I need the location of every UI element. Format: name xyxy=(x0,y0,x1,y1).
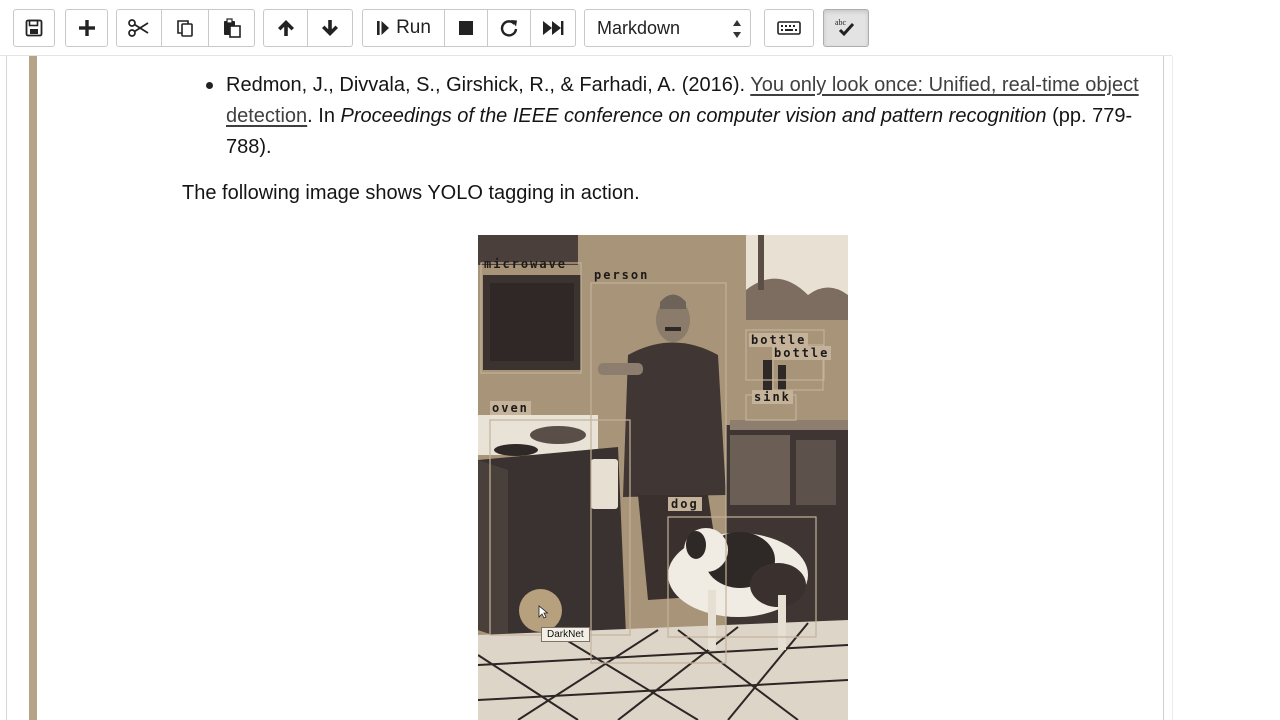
restart-run-all-button[interactable] xyxy=(531,9,576,47)
detection-label-oven: oven xyxy=(490,401,531,415)
image-tooltip: DarkNet xyxy=(541,627,590,642)
interrupt-button[interactable] xyxy=(445,9,488,47)
svg-text:abc: abc xyxy=(835,18,847,27)
spellcheck-button[interactable]: abc xyxy=(823,9,869,47)
move-up-button[interactable] xyxy=(263,9,308,47)
cut-button[interactable] xyxy=(116,9,162,47)
cell-type-select[interactable]: Markdown xyxy=(584,9,751,47)
select-arrows-icon xyxy=(733,20,741,38)
mouse-cursor-icon xyxy=(538,605,548,619)
cell-type-value: Markdown xyxy=(597,17,681,38)
notebook-toolbar: Run Markdown abc xyxy=(0,0,1172,56)
arrow-up-icon xyxy=(277,20,294,36)
paste-icon xyxy=(223,18,241,38)
stop-icon xyxy=(459,21,473,35)
arrow-down-icon xyxy=(322,20,338,36)
insert-cell-button[interactable] xyxy=(65,9,108,47)
paste-button[interactable] xyxy=(209,9,255,47)
restart-button[interactable] xyxy=(488,9,531,47)
kitchen-photo xyxy=(478,235,848,720)
reference-in: . In xyxy=(307,105,341,127)
floppy-disk-icon xyxy=(25,19,43,37)
yolo-example-image: microwave person bottle bottle oven sink… xyxy=(478,235,848,720)
plus-icon xyxy=(78,20,95,36)
keyboard-icon xyxy=(777,21,801,35)
detection-label-microwave: microwave xyxy=(484,257,568,271)
bullet-icon xyxy=(206,82,213,89)
run-button[interactable]: Run xyxy=(362,9,445,47)
step-forward-icon xyxy=(377,21,390,35)
move-down-button[interactable] xyxy=(308,9,353,47)
reference-venue: Proceedings of the IEEE conference on co… xyxy=(340,105,1047,127)
copy-icon xyxy=(177,20,193,37)
spellcheck-icon: abc xyxy=(835,18,855,37)
description-paragraph: The following image shows YOLO tagging i… xyxy=(182,182,640,204)
reference-authors: Redmon, J., Divvala, S., Girshick, R., &… xyxy=(226,74,746,96)
cell-selection-bar xyxy=(29,56,37,720)
reference-list: Redmon, J., Divvala, S., Girshick, R., &… xyxy=(204,70,1154,163)
command-palette-button[interactable] xyxy=(764,9,814,47)
save-button[interactable] xyxy=(13,9,55,47)
list-item: Redmon, J., Divvala, S., Girshick, R., &… xyxy=(204,70,1154,163)
detection-label-sink: sink xyxy=(752,390,793,404)
run-label: Run xyxy=(396,17,431,38)
detection-label-dog: dog xyxy=(668,497,702,511)
redo-icon xyxy=(500,20,518,37)
scissors-icon xyxy=(128,19,149,37)
fast-forward-icon xyxy=(543,21,564,35)
detection-label-bottle-2: bottle xyxy=(772,346,832,360)
right-gutter xyxy=(1172,56,1280,720)
detection-label-person: person xyxy=(594,268,650,282)
detection-label-bottle: bottle xyxy=(749,333,809,347)
copy-button[interactable] xyxy=(162,9,209,47)
notebook-area: Redmon, J., Divvala, S., Girshick, R., &… xyxy=(0,56,1280,720)
